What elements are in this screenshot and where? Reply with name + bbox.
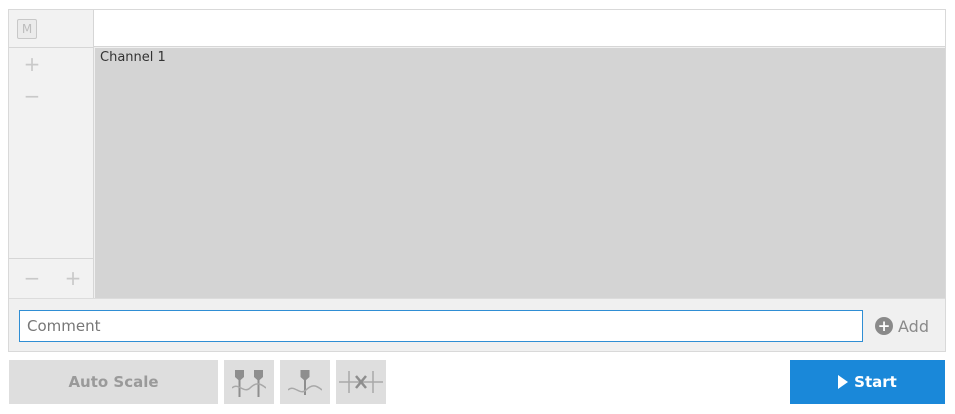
- add-comment-button[interactable]: + Add: [875, 313, 929, 339]
- divider: [9, 258, 94, 259]
- start-button[interactable]: Start: [790, 360, 945, 404]
- channel-label: Channel 1: [100, 50, 166, 65]
- clear-markers-icon: [339, 371, 383, 393]
- play-icon: [838, 375, 849, 389]
- start-label: Start: [854, 373, 897, 391]
- zoom-in-vertical-button[interactable]: +: [22, 54, 42, 74]
- comment-row: + Add: [9, 298, 945, 351]
- marker-pair-button[interactable]: [224, 360, 274, 404]
- marker-pair-icon: [232, 370, 266, 397]
- channel-plot-area[interactable]: Channel 1: [95, 48, 945, 298]
- sidebar: M + − − +: [9, 10, 94, 298]
- add-label: Add: [898, 316, 929, 336]
- recorder-panel: M + − − + Channel 1 + Add: [8, 9, 946, 352]
- bottom-toolbar: Auto Scale Start: [0, 359, 955, 405]
- zoom-out-vertical-button[interactable]: −: [22, 86, 42, 106]
- time-axis-bar: [94, 10, 945, 47]
- zoom-in-horizontal-button[interactable]: +: [63, 268, 83, 288]
- clear-markers-button[interactable]: [336, 360, 386, 404]
- mode-badge[interactable]: M: [17, 19, 37, 39]
- comment-input[interactable]: [19, 310, 863, 342]
- zoom-out-horizontal-button[interactable]: −: [22, 268, 42, 288]
- auto-scale-button[interactable]: Auto Scale: [9, 360, 218, 404]
- divider: [9, 47, 94, 48]
- single-marker-button[interactable]: [280, 360, 330, 404]
- single-marker-icon: [288, 370, 322, 395]
- add-circle-icon: +: [875, 317, 893, 335]
